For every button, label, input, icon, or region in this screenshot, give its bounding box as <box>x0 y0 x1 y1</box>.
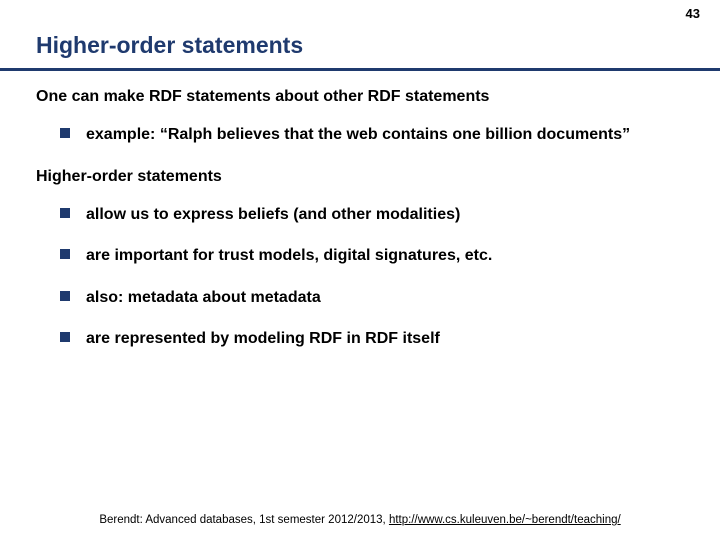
list-item: example: “Ralph believes that the web co… <box>60 124 684 146</box>
footer: Berendt: Advanced databases, 1st semeste… <box>0 514 720 526</box>
footer-text: Berendt: Advanced databases, 1st semeste… <box>99 514 389 526</box>
section2-list: allow us to express beliefs (and other m… <box>60 204 684 350</box>
list-item: are important for trust models, digital … <box>60 245 684 267</box>
section1-list: example: “Ralph believes that the web co… <box>60 124 684 146</box>
page-number: 43 <box>686 6 700 21</box>
footer-link[interactable]: http://www.cs.kuleuven.be/~berendt/teach… <box>389 514 621 526</box>
title-divider <box>0 68 720 71</box>
section1-heading: One can make RDF statements about other … <box>36 88 684 106</box>
list-item: are represented by modeling RDF in RDF i… <box>60 328 684 350</box>
section2-heading: Higher-order statements <box>36 168 684 186</box>
list-item: allow us to express beliefs (and other m… <box>60 204 684 226</box>
list-item: also: metadata about metadata <box>60 287 684 309</box>
slide-body: One can make RDF statements about other … <box>36 88 684 370</box>
slide-title: Higher-order statements <box>36 32 303 59</box>
